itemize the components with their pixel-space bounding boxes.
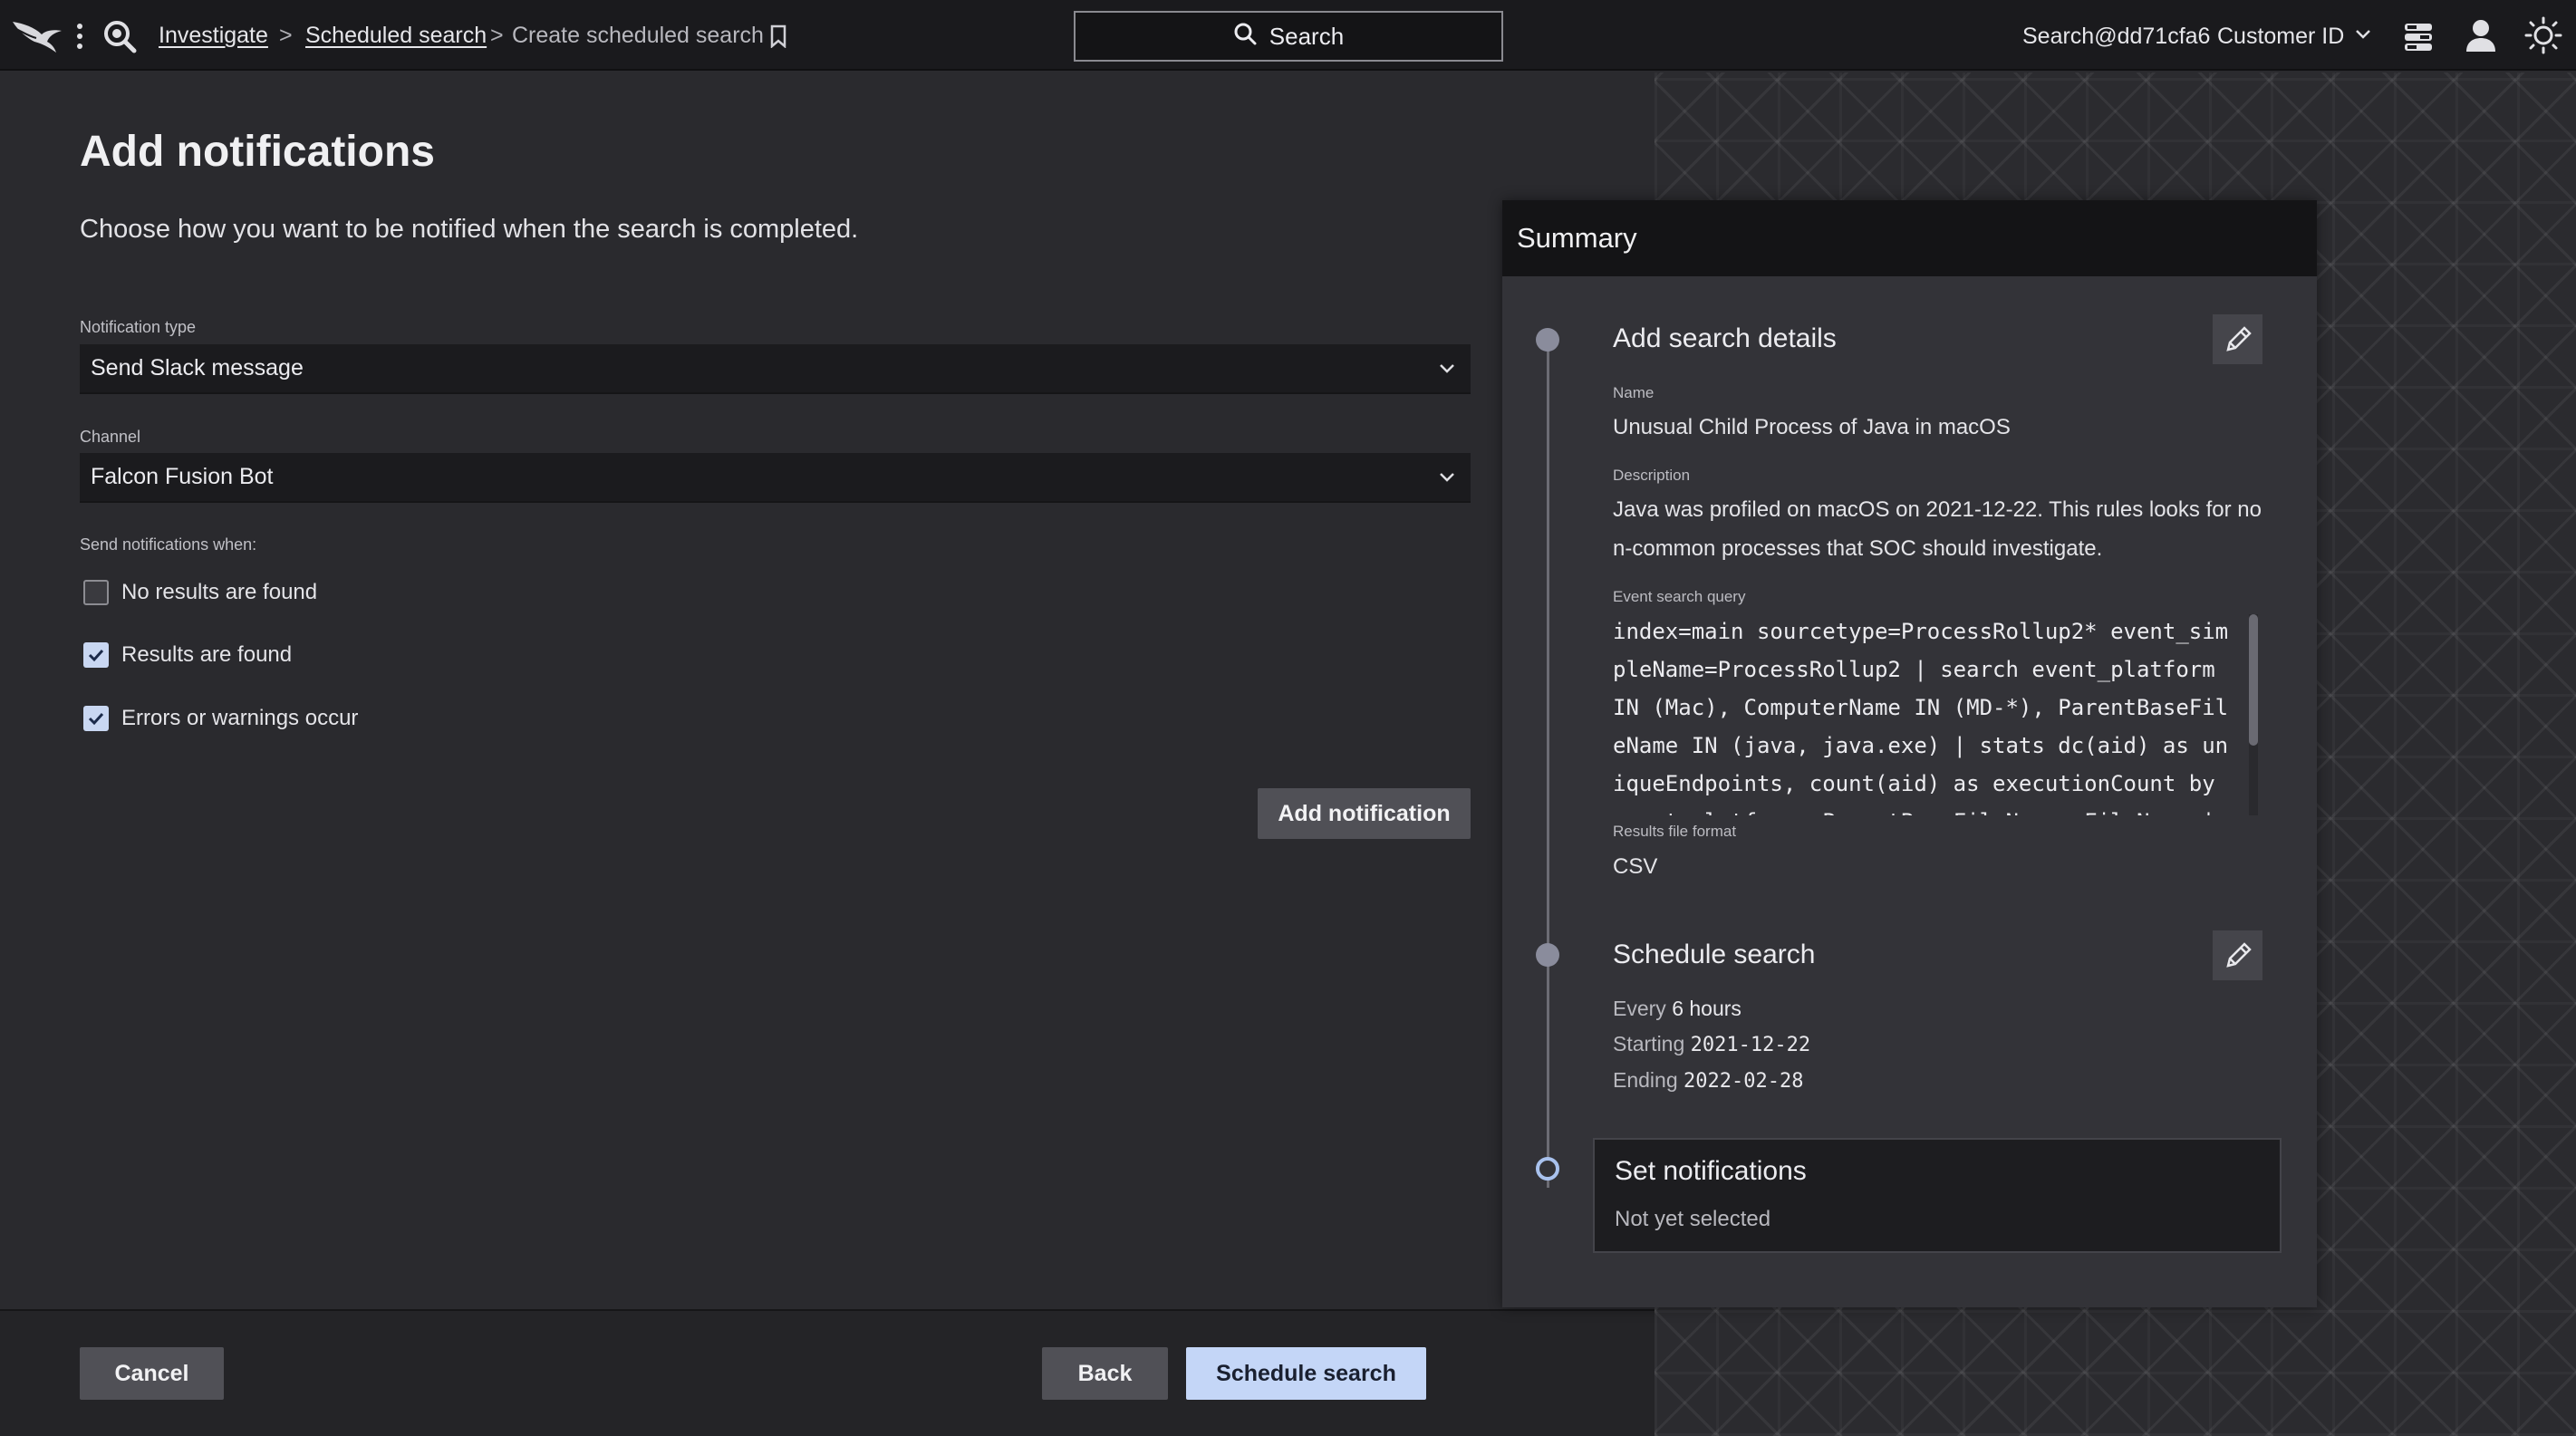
step-dot-current — [1536, 1157, 1559, 1181]
name-value: Unusual Child Process of Java in macOS — [1613, 415, 2011, 439]
scrollbar-thumb[interactable] — [2249, 614, 2258, 746]
checkbox[interactable] — [83, 580, 109, 605]
schedule-search-button[interactable]: Schedule search — [1186, 1347, 1426, 1400]
condition-results-found[interactable]: Results are found — [83, 641, 292, 670]
format-value: CSV — [1613, 854, 1658, 879]
description-line: Java was profiled on macOS on 2021-12-22… — [1613, 497, 2262, 522]
breadcrumb-scheduled-search[interactable]: Scheduled search — [305, 22, 487, 49]
query-line: pleName=ProcessRollup2 | search event_pl… — [1613, 657, 2215, 682]
main-content — [0, 72, 1655, 1309]
pencil-icon — [2225, 325, 2252, 352]
event-search-query[interactable]: index=main sourcetype=ProcessRollup2* ev… — [1613, 612, 2262, 815]
condition-errors-warnings[interactable]: Errors or warnings occur — [83, 704, 358, 733]
search-icon — [1233, 22, 1257, 52]
add-notification-button[interactable]: Add notification — [1258, 788, 1471, 839]
search-label: Search — [1269, 22, 1345, 50]
format-label: Results file format — [1613, 823, 1744, 841]
pencil-icon — [2225, 941, 2252, 968]
step-notifications-title: Set notifications — [1615, 1156, 1807, 1186]
query-line: eName IN (java, java.exe) | stats dc(aid… — [1613, 733, 2229, 758]
breadcrumb-current: Create scheduled search — [512, 23, 764, 48]
schedule-ending: Ending 2022-02-28 — [1613, 1068, 1804, 1093]
breadcrumb-separator: > — [490, 23, 504, 48]
account-name: Search@dd71cfa6 — [2022, 24, 2211, 49]
step-notifications-status: Not yet selected — [1615, 1207, 1771, 1231]
channel-select[interactable]: Falcon Fusion Bot — [80, 453, 1471, 503]
summary-title: Summary — [1502, 200, 2317, 276]
name-label: Name — [1613, 384, 1655, 401]
chevron-down-icon — [2355, 28, 2371, 44]
channel-value: Falcon Fusion Bot — [91, 464, 274, 489]
condition-label: Errors or warnings occur — [121, 706, 359, 730]
query-line: event_platform, ParentBaseFileName, File… — [1613, 803, 2262, 815]
customer-id-dropdown[interactable]: Customer ID — [2217, 23, 2371, 50]
edit-schedule-button[interactable] — [2213, 930, 2262, 980]
schedule-starting: Starting 2021-12-22 — [1613, 1032, 1811, 1056]
search-app-icon[interactable] — [101, 18, 138, 54]
step-dot-completed — [1536, 328, 1559, 352]
breadcrumb-separator: > — [279, 23, 293, 48]
global-search-button[interactable]: Search — [1074, 11, 1503, 62]
notification-type-value: Send Slack message — [91, 355, 304, 381]
edit-search-details-button[interactable] — [2213, 314, 2262, 364]
checkbox-checked[interactable] — [83, 642, 109, 668]
user-icon[interactable] — [2463, 16, 2499, 54]
condition-label: Results are found — [121, 642, 293, 667]
description-line: n-common processes that SOC should inves… — [1613, 536, 2103, 561]
notification-type-label: Notification type — [80, 318, 197, 336]
query-line: IN (Mac), ComputerName IN (MD-*), Parent… — [1613, 695, 2229, 720]
query-line: index=main sourcetype=ProcessRollup2* ev… — [1613, 619, 2229, 644]
back-button[interactable]: Back — [1042, 1347, 1168, 1400]
chevron-down-icon — [1438, 359, 1456, 385]
kebab-menu-icon[interactable] — [72, 22, 87, 51]
summary-timeline — [1547, 341, 1549, 1188]
query-scrollbar[interactable] — [2249, 614, 2258, 815]
chevron-down-icon — [1438, 467, 1456, 494]
schedule-every: Every 6 hours — [1613, 997, 1741, 1020]
bookmark-icon[interactable] — [767, 24, 790, 49]
send-when-label: Send notifications when: — [80, 535, 257, 554]
checkmark-icon — [88, 712, 104, 726]
sun-icon[interactable] — [2524, 16, 2562, 54]
checkmark-icon — [88, 649, 104, 662]
condition-no-results[interactable]: No results are found — [83, 578, 317, 607]
query-label: Event search query — [1613, 588, 1746, 605]
stack-icon[interactable] — [2401, 18, 2436, 54]
cancel-button[interactable]: Cancel — [80, 1347, 224, 1400]
checkbox-checked[interactable] — [83, 706, 109, 731]
step-notifications-card: Set notifications Not yet selected — [1593, 1138, 2282, 1253]
channel-label: Channel — [80, 428, 141, 446]
top-navigation-bar: Investigate > Scheduled search > Create … — [0, 0, 2576, 71]
breadcrumb-investigate[interactable]: Investigate — [159, 22, 268, 49]
step-search-details-title: Add search details — [1613, 323, 1837, 353]
query-line: iqueEndpoints, count(aid) as executionCo… — [1613, 771, 2215, 796]
step-dot-completed — [1536, 943, 1559, 967]
page-subtitle: Choose how you want to be notified when … — [80, 215, 859, 244]
falcon-logo-icon[interactable] — [11, 14, 63, 54]
description-label: Description — [1613, 467, 1691, 484]
page-title: Add notifications — [80, 128, 435, 176]
notification-type-select[interactable]: Send Slack message — [80, 344, 1471, 394]
customer-id-label: Customer ID — [2217, 23, 2345, 49]
step-schedule-title: Schedule search — [1613, 940, 1816, 969]
condition-label: No results are found — [121, 580, 318, 604]
